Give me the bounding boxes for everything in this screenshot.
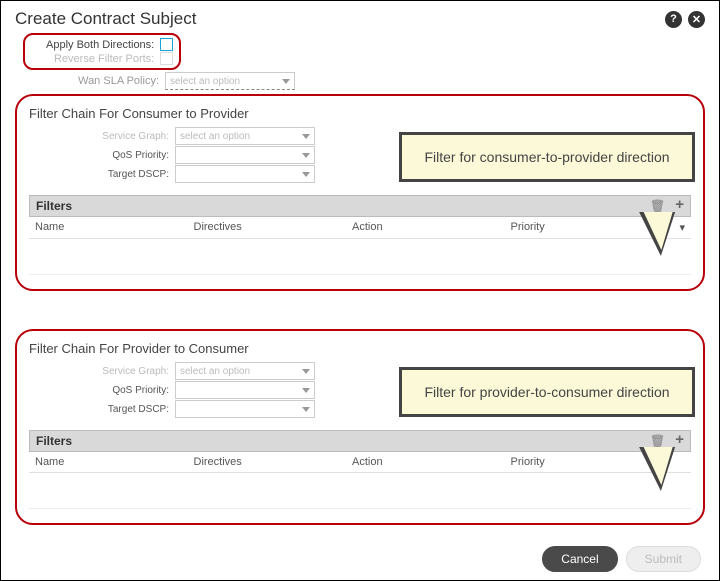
consumer-to-provider-panel: Filter Chain For Consumer to Provider Se… [15, 94, 705, 291]
c2p-filters-table-body [29, 239, 691, 275]
c2p-qos-select[interactable] [175, 146, 315, 164]
create-contract-subject-dialog: Create Contract Subject ? ✕ Apply Both D… [0, 0, 720, 581]
p2c-qos-select[interactable] [175, 381, 315, 399]
c2p-dscp-select[interactable] [175, 165, 315, 183]
close-icon[interactable]: ✕ [688, 11, 705, 28]
p2c-qos-label: QoS Priority: [37, 385, 169, 396]
chevron-down-icon [302, 388, 310, 393]
chevron-down-icon [302, 153, 310, 158]
c2p-callout: Filter for consumer-to-provider directio… [399, 132, 695, 182]
dialog-title: Create Contract Subject [15, 9, 196, 29]
col-action: Action [352, 221, 511, 234]
add-filter-icon[interactable]: + [675, 434, 684, 448]
title-bar: Create Contract Subject ? ✕ [15, 9, 705, 29]
p2c-service-graph-label: Service Graph: [37, 366, 169, 377]
c2p-service-graph-select[interactable]: select an option [175, 127, 315, 145]
p2c-filters-header: Filters 🗑 + [29, 430, 691, 452]
reverse-ports-checkbox[interactable] [160, 52, 173, 65]
chevron-down-icon [302, 369, 310, 374]
c2p-service-graph-label: Service Graph: [37, 131, 169, 142]
submit-button[interactable]: Submit [626, 546, 701, 572]
cancel-button[interactable]: Cancel [542, 546, 617, 572]
add-filter-icon[interactable]: + [675, 199, 684, 213]
chevron-down-icon [282, 79, 290, 84]
p2c-filters-table-head: Name Directives Action Priority [29, 452, 691, 473]
apply-both-label: Apply Both Directions: [25, 39, 154, 51]
wan-sla-select[interactable]: select an option [165, 72, 295, 90]
c2p-qos-label: QoS Priority: [37, 150, 169, 161]
p2c-title: Filter Chain For Provider to Consumer [29, 341, 691, 356]
col-directives: Directives [194, 456, 353, 468]
col-name: Name [35, 456, 194, 468]
p2c-filters-table-body [29, 473, 691, 509]
col-directives: Directives [194, 221, 353, 234]
c2p-title: Filter Chain For Consumer to Provider [29, 106, 691, 121]
chevron-down-icon [302, 172, 310, 177]
help-icon[interactable]: ? [665, 11, 682, 28]
apply-both-checkbox[interactable] [160, 38, 173, 51]
apply-both-highlight: Apply Both Directions: Reverse Filter Po… [23, 33, 181, 70]
col-name: Name [35, 221, 194, 234]
chevron-down-icon [302, 407, 310, 412]
p2c-callout: Filter for provider-to-consumer directio… [399, 367, 695, 417]
c2p-dscp-label: Target DSCP: [37, 169, 169, 180]
wan-sla-label: Wan SLA Policy: [35, 75, 159, 87]
trash-icon[interactable]: 🗑 [650, 199, 665, 213]
col-action: Action [352, 456, 511, 468]
p2c-dscp-select[interactable] [175, 400, 315, 418]
c2p-filters-header: Filters 🗑 + [29, 195, 691, 217]
provider-to-consumer-panel: Filter Chain For Provider to Consumer Se… [15, 329, 705, 525]
c2p-filters-table-head: Name Directives Action Priority ▾ [29, 217, 691, 239]
dialog-footer: Cancel Submit [542, 546, 701, 572]
chevron-down-icon [302, 134, 310, 139]
p2c-dscp-label: Target DSCP: [37, 404, 169, 415]
trash-icon[interactable]: 🗑 [650, 434, 665, 448]
p2c-service-graph-select[interactable]: select an option [175, 362, 315, 380]
reverse-ports-label: Reverse Filter Ports: [25, 53, 154, 65]
